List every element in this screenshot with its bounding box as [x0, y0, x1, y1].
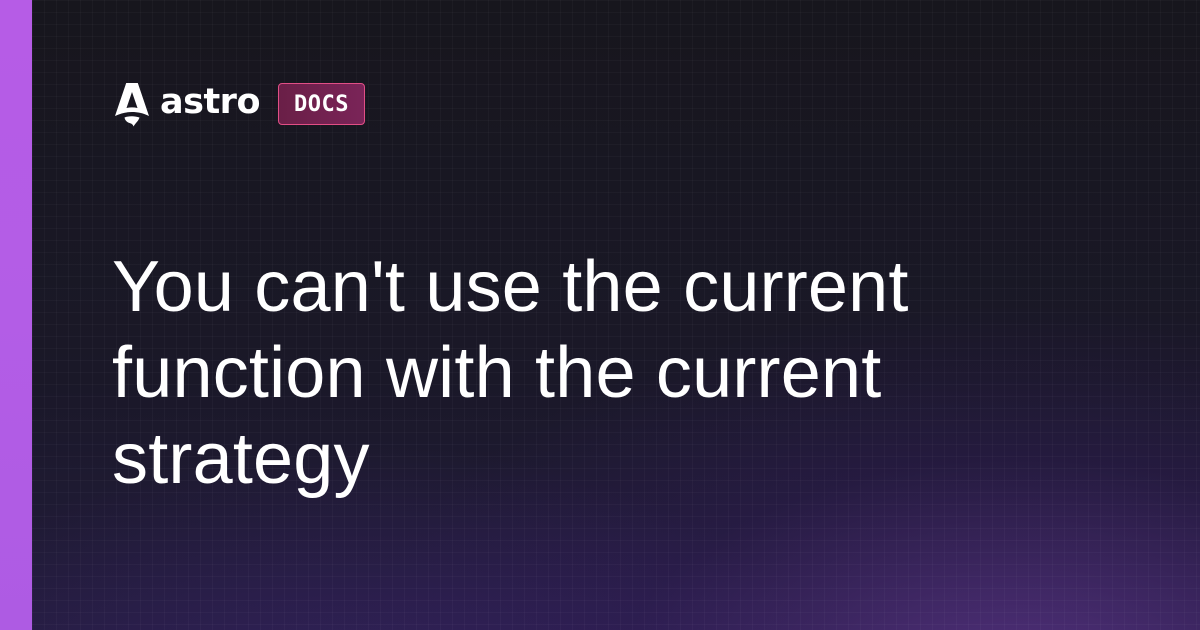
- docs-badge: DOCS: [278, 83, 365, 125]
- og-card: astro DOCS You can't use the current fun…: [0, 0, 1200, 630]
- brand-header: astro DOCS: [112, 80, 365, 128]
- astro-rocket-icon: [115, 83, 149, 127]
- accent-bar: [0, 0, 32, 630]
- astro-wordmark: astro: [160, 81, 261, 122]
- page-title: You can't use the current function with …: [112, 247, 909, 499]
